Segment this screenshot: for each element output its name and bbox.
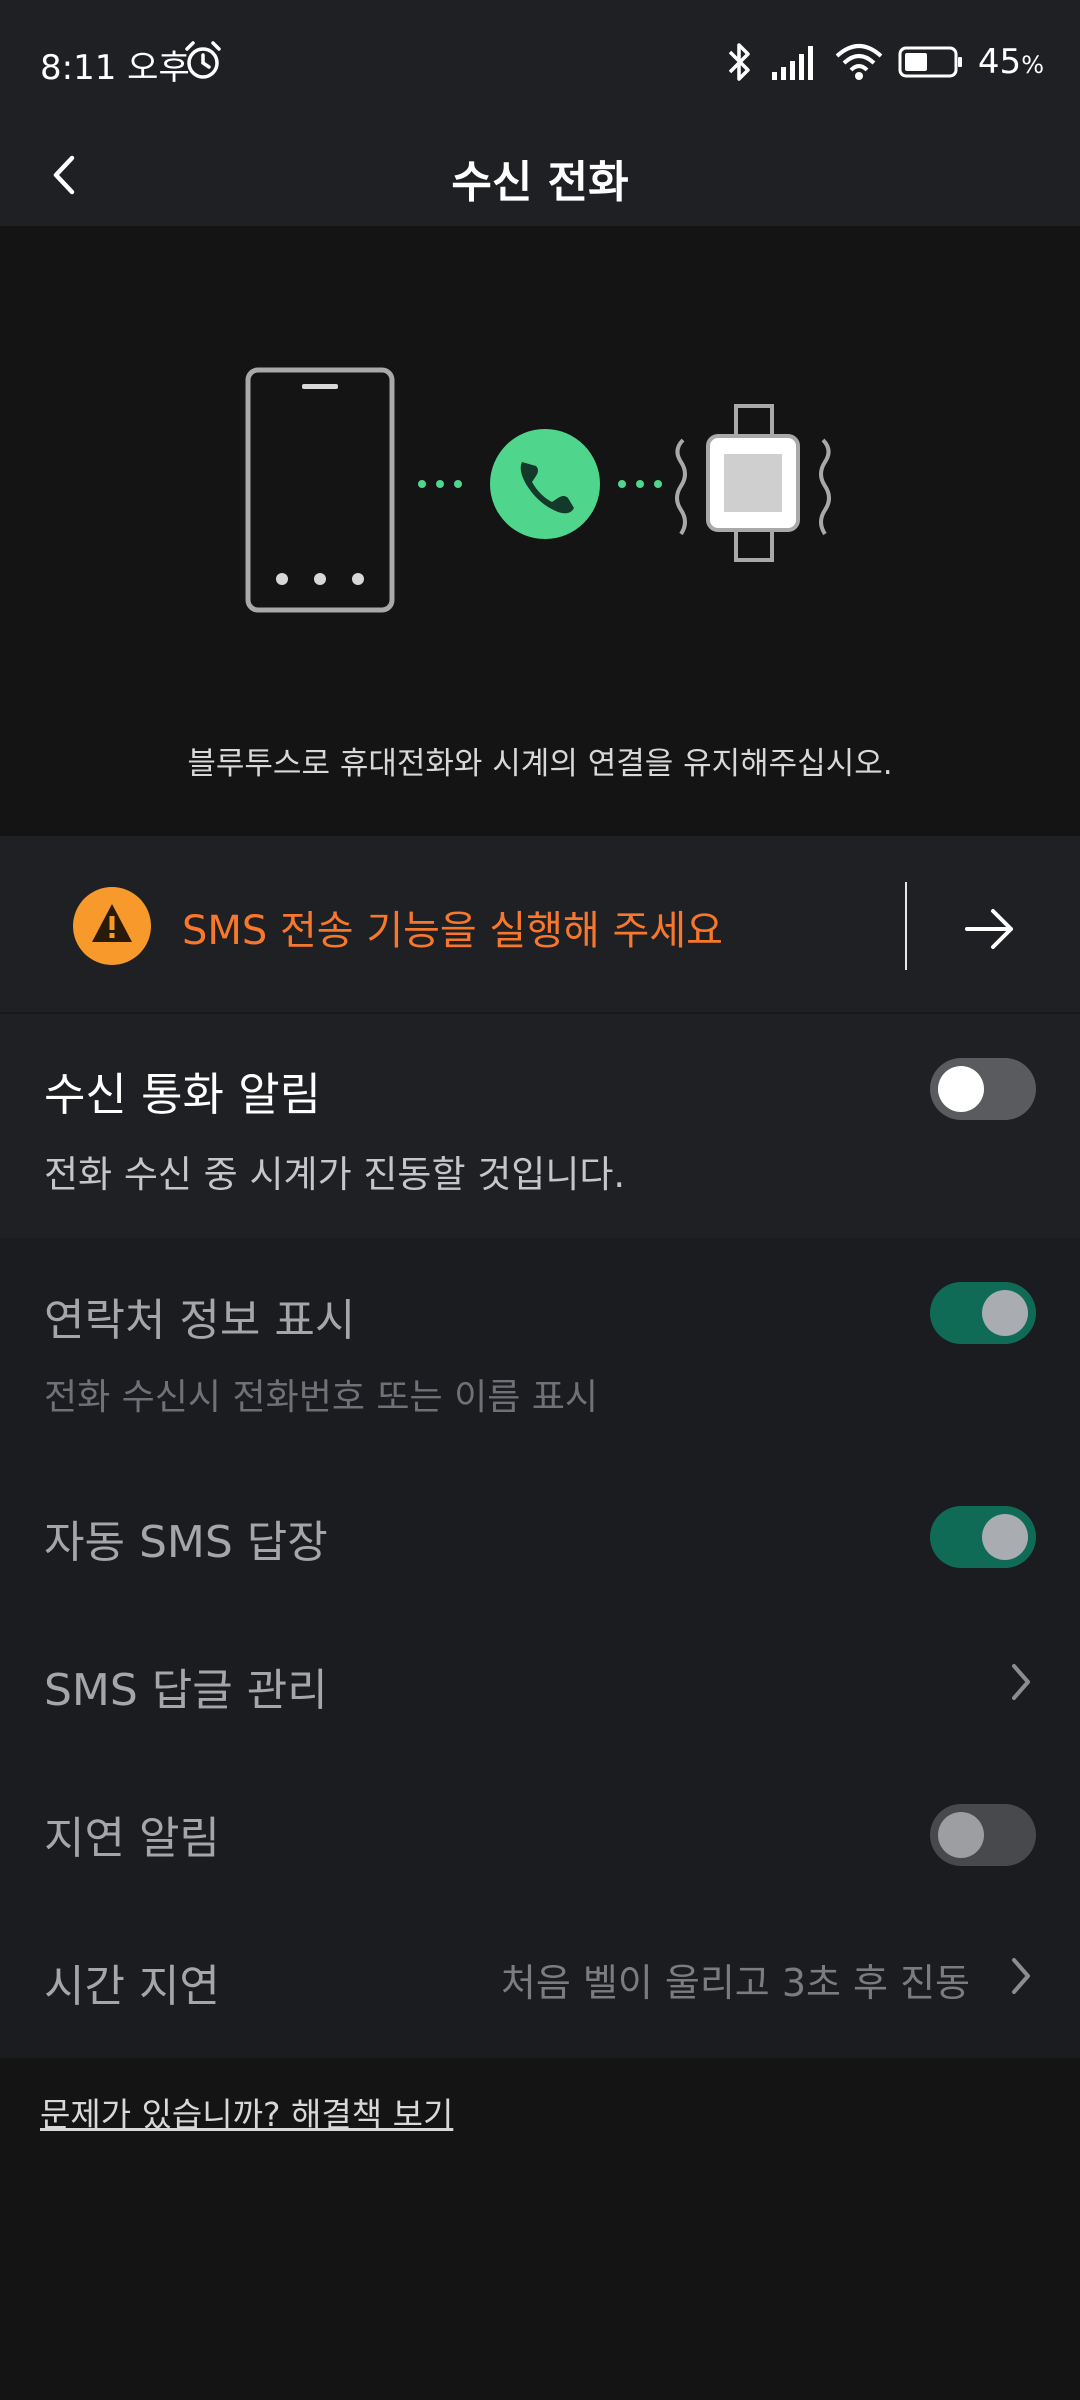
incoming-call-alert-setting: 수신 통화 알림 전화 수신 중 시계가 진동할 것입니다. — [0, 1014, 1080, 1238]
chevron-right-icon — [1012, 1664, 1030, 1700]
contact-info-label: 연락처 정보 표시 — [44, 1295, 356, 1346]
delay-alert-setting: 지연 알림 — [0, 1728, 1080, 1878]
connection-dots-left — [418, 480, 462, 488]
status-time: 8:11 오후 — [40, 48, 190, 88]
sub-settings-list: 연락처 정보 표시 전화 수신시 전화번호 또는 이름 표시 자동 SMS 답장… — [0, 1238, 1080, 2058]
chevron-right-icon — [1012, 1958, 1030, 1994]
arrow-right-icon[interactable] — [955, 894, 1025, 964]
time-delay-label: 시간 지연 — [44, 1961, 220, 2012]
help-link[interactable]: 문제가 있습니까? 해결책 보기 — [40, 2088, 453, 2136]
phone-call-icon — [490, 429, 600, 539]
connection-illustration — [245, 367, 831, 613]
hero-section: 블루투스로 휴대전화와 시계의 연결을 유지해주십시오. — [0, 226, 1080, 836]
sms-warning-banner[interactable]: SMS 전송 기능을 실행해 주세요 — [0, 836, 1080, 1012]
battery-icon — [898, 46, 962, 78]
contact-info-description: 전화 수신시 전화번호 또는 이름 표시 — [44, 1377, 599, 1418]
status-bar: 8:11 오후 45% — [0, 0, 1080, 126]
incoming-call-alert-description: 전화 수신 중 시계가 진동할 것입니다. — [44, 1153, 626, 1196]
watch-icon — [675, 404, 831, 562]
contact-info-toggle[interactable] — [930, 1282, 1036, 1344]
wifi-icon — [835, 44, 883, 80]
auto-sms-reply-setting: 자동 SMS 답장 — [0, 1428, 1080, 1578]
warning-divider — [905, 882, 907, 970]
auto-sms-reply-label: 자동 SMS 답장 — [44, 1517, 328, 1568]
delay-alert-toggle[interactable] — [930, 1804, 1036, 1866]
app-header: 수신 전화 — [0, 126, 1080, 226]
signal-icon — [771, 46, 813, 80]
time-delay-value: 처음 벨이 울리고 3초 후 진동 — [500, 1961, 970, 2005]
warning-icon — [73, 887, 151, 965]
hero-caption: 블루투스로 휴대전화와 시계의 연결을 유지해주십시오. — [187, 746, 893, 782]
status-icons: 45% — [722, 40, 1044, 84]
sms-reply-management-label: SMS 답글 관리 — [44, 1665, 328, 1716]
incoming-call-alert-toggle[interactable] — [930, 1058, 1036, 1120]
contact-info-setting: 연락처 정보 표시 전화 수신시 전화번호 또는 이름 표시 — [0, 1238, 1080, 1428]
page-title: 수신 전화 — [451, 157, 629, 208]
time-delay-row[interactable]: 시간 지연 처음 벨이 울리고 3초 후 진동 — [0, 1878, 1080, 2058]
phone-icon — [245, 367, 395, 613]
alarm-icon — [185, 41, 221, 79]
battery-percent: 45% — [977, 42, 1044, 82]
bluetooth-icon — [728, 43, 750, 81]
warning-text: SMS 전송 기능을 실행해 주세요 — [182, 908, 723, 954]
connection-dots-right — [618, 480, 662, 488]
sms-reply-management-row[interactable]: SMS 답글 관리 — [0, 1578, 1080, 1728]
incoming-call-alert-title: 수신 통화 알림 — [44, 1068, 322, 1121]
auto-sms-reply-toggle[interactable] — [930, 1506, 1036, 1568]
delay-alert-label: 지연 알림 — [44, 1813, 220, 1864]
